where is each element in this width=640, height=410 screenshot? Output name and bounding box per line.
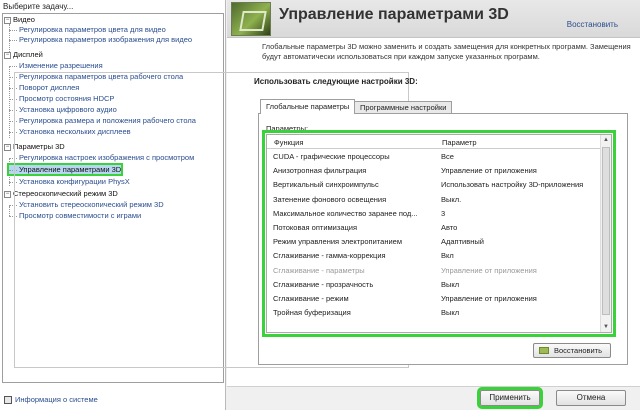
row-value[interactable]: Управление от приложения	[441, 292, 537, 306]
cancel-button[interactable]: Отмена	[556, 390, 626, 406]
collapse-icon[interactable]: −	[4, 51, 11, 59]
table-row[interactable]: Максимальное количество заранее под... 3	[267, 207, 601, 221]
restore-defaults-icon	[539, 347, 549, 354]
row-value[interactable]: Управление от приложения	[441, 164, 537, 178]
table-row[interactable]: Потоковая оптимизация Авто	[267, 221, 601, 235]
row-function: Сглаживание - параметры	[273, 265, 365, 275]
table-row[interactable]: CUDA - графические процессоры Все	[267, 150, 601, 164]
row-value[interactable]: Адаптивный	[441, 235, 484, 249]
table-row[interactable]: Сглаживание - параметры Управление от при…	[267, 264, 601, 278]
table-row[interactable]: Вертикальный синхроимпульс Использовать н…	[267, 178, 601, 192]
tab-program-settings[interactable]: Программные настройки	[354, 101, 453, 113]
row-function: Режим управления электропитанием	[273, 237, 402, 247]
table-row[interactable]: Сглаживание - режим Управление от приложе…	[267, 292, 601, 306]
table-scrollbar[interactable]: ▲ ▼	[600, 135, 611, 332]
tree-item-video-color[interactable]: Регулировка параметров цвета для видео	[9, 25, 166, 34]
params-label: Параметры:	[266, 124, 309, 133]
row-function: Анизотропная фильтрация	[273, 166, 367, 176]
nvidia-3d-settings-icon	[231, 2, 271, 36]
table-row[interactable]: Анизотропная фильтрация Управление от при…	[267, 164, 601, 178]
row-function: Тройная буферизация	[273, 308, 351, 318]
tree-item-resolution[interactable]: Изменение разрешения	[9, 61, 103, 70]
row-function: CUDA - графические процессоры	[273, 152, 390, 161]
row-function: Затенение фонового освещения	[273, 194, 387, 204]
settings-group-title: Использовать следующие настройки 3D:	[254, 77, 418, 86]
collapse-icon[interactable]: −	[4, 143, 11, 151]
scroll-down-icon[interactable]: ▼	[601, 322, 611, 332]
row-function: Сглаживание - гамма-коррекция	[273, 251, 386, 261]
apply-button[interactable]: Применить	[477, 387, 543, 409]
row-value[interactable]: Вкл	[441, 249, 454, 263]
collapse-icon[interactable]: −	[4, 190, 11, 198]
table-row[interactable]: Сглаживание - гамма-коррекция Вкл	[267, 249, 601, 263]
tree-category-video[interactable]: − Видео	[4, 15, 35, 24]
column-header-value[interactable]: Параметр	[442, 138, 477, 147]
row-value[interactable]: Управление от приложения	[441, 264, 537, 278]
tree-category-display[interactable]: − Дисплей	[4, 50, 43, 59]
row-function: Потоковая оптимизация	[273, 223, 358, 232]
page-banner: Управление параметрами 3D Восстановить	[227, 0, 640, 38]
table-row[interactable]: Сглаживание - прозрачность Выкл	[267, 278, 601, 292]
restore-defaults-link[interactable]: Восстановить	[567, 20, 618, 29]
tree-item-video-image[interactable]: Регулировка параметров изображения для в…	[9, 35, 192, 44]
column-header-function[interactable]: Функция	[274, 138, 303, 147]
system-info-icon	[4, 396, 12, 405]
page-title: Управление параметрами 3D	[279, 6, 509, 23]
row-value[interactable]: 3	[441, 207, 445, 221]
settings-table: Функция Параметр CUDA - графические проц…	[262, 130, 616, 337]
row-value[interactable]: Авто	[441, 221, 457, 235]
row-value[interactable]: Все	[441, 150, 454, 164]
system-info-link[interactable]: Информация о системе	[4, 395, 98, 405]
row-function: Сглаживание - режим	[273, 294, 349, 303]
table-header: Функция Параметр	[267, 135, 601, 149]
scroll-up-icon[interactable]: ▲	[601, 135, 611, 145]
page-description: Глобальные параметры 3D можно заменить и…	[262, 42, 631, 61]
table-row[interactable]: Режим управления электропитанием Адаптивн…	[267, 235, 601, 249]
row-function: Сглаживание - прозрачность	[273, 279, 374, 289]
task-panel-title: Выберите задачу...	[3, 2, 74, 11]
restore-button[interactable]: Восстановить	[533, 343, 611, 358]
collapse-icon[interactable]: −	[4, 16, 11, 24]
table-row[interactable]: Затенение фонового освещения Выкл.	[267, 193, 601, 207]
row-function: Вертикальный синхроимпульс	[273, 180, 379, 190]
row-value[interactable]: Выкл	[441, 278, 459, 292]
table-row[interactable]: Тройная буферизация Выкл	[267, 306, 601, 320]
tab-global-settings[interactable]: Глобальные параметры	[260, 99, 356, 114]
row-value[interactable]: Использовать настройку 3D-приложения	[441, 178, 583, 192]
row-value[interactable]: Выкл.	[441, 193, 461, 207]
row-value[interactable]: Выкл	[441, 306, 459, 320]
scroll-thumb[interactable]	[602, 147, 610, 315]
row-function: Максимальное количество заранее под...	[273, 208, 418, 218]
